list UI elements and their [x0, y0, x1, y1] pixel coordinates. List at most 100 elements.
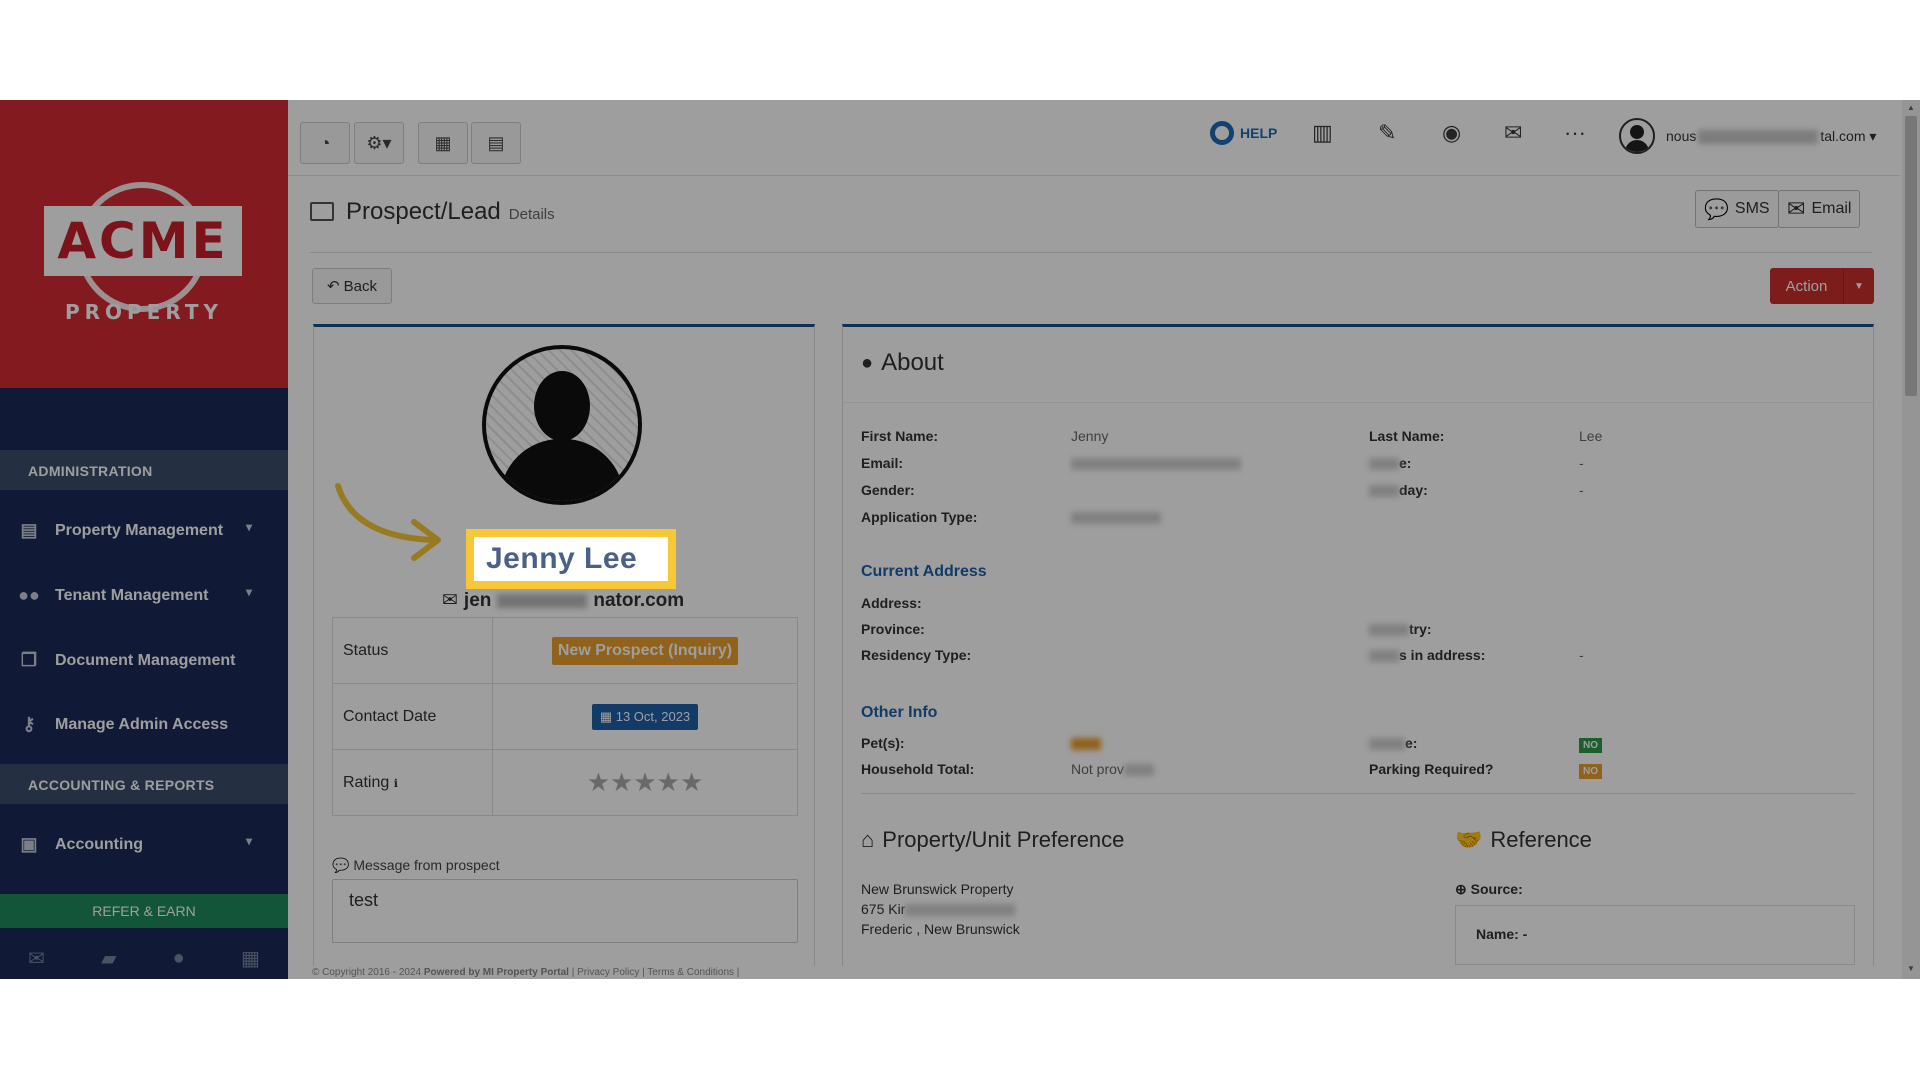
reference-name-box: Name: - [1455, 905, 1855, 965]
about-title-text: About [881, 349, 944, 376]
briefcase-icon[interactable]: ▰ [101, 946, 116, 971]
province-label: Province: [861, 621, 925, 637]
scroll-up-arrow-icon[interactable]: ▲ [1906, 103, 1916, 113]
help-button[interactable]: HELP [1210, 118, 1277, 148]
birthday-label-text: day: [1399, 482, 1428, 498]
sidebar-item-tenant-management[interactable]: ●● Tenant Management ▾ [0, 571, 288, 621]
other-info-heading: Other Info [861, 704, 938, 721]
mail-icon[interactable]: ✉ [28, 946, 45, 971]
users-icon: ●● [18, 585, 40, 605]
reference-name-label: Name: - [1476, 926, 1528, 942]
smoke-label-text: e: [1405, 735, 1418, 751]
status-label: Status [332, 617, 493, 684]
star-icon[interactable]: ★ [610, 767, 633, 797]
household-value-text: Not prov [1071, 761, 1124, 777]
highlighted-prospect-name: Jenny Lee [466, 529, 676, 589]
more-icon: ··· [1564, 120, 1586, 145]
gender-label: Gender: [861, 482, 915, 498]
message-label-row: 💬 Message from prospect [332, 857, 500, 874]
star-icon[interactable]: ★ [680, 767, 703, 797]
calculator-button[interactable]: ▤ [471, 122, 521, 164]
action-button[interactable]: Action ▼ [1770, 268, 1874, 304]
scroll-thumb[interactable] [1905, 116, 1917, 396]
email-start: jen [463, 589, 492, 611]
first-name-value: Jenny [1071, 428, 1109, 444]
pets-label: Pet(s): [861, 735, 905, 751]
dashboard-button[interactable]: ◔ [300, 122, 350, 164]
info-icon: ℹ [393, 777, 398, 790]
logo-text: ACME [57, 212, 229, 270]
settings-dropdown-button[interactable]: ⚙▾ [354, 122, 404, 164]
redacted-blur [1369, 485, 1399, 498]
caret-down-icon[interactable]: ▼ [1844, 268, 1874, 304]
powered-by-link[interactable]: Powered by MI Property Portal [424, 967, 569, 978]
sidebar-item-document-management[interactable]: ❐ Document Management [0, 636, 288, 686]
redacted-blur [1369, 624, 1409, 637]
parking-value: NO [1579, 761, 1602, 779]
footer: © Copyright 2016 - 2024 Powered by MI Pr… [288, 966, 1900, 979]
calendar-button[interactable]: ▦ [418, 122, 468, 164]
residency-type-label: Residency Type: [861, 647, 972, 663]
smoke-value: NO [1579, 735, 1602, 753]
handshake-icon: 🤝 [1455, 827, 1483, 852]
star-icon[interactable]: ★ [587, 767, 610, 797]
footer-links[interactable]: | Privacy Policy | Terms & Conditions | [572, 967, 740, 978]
address-label: Address: [861, 595, 922, 611]
sidebar-item-property-management[interactable]: ▤ Property Management ▾ [0, 506, 288, 556]
refer-and-earn-button[interactable]: REFER & EARN [0, 894, 288, 928]
contact-date-cell: ▦ 13 Oct, 2023 [492, 683, 798, 750]
view-button[interactable]: ◉ [1442, 118, 1461, 148]
reply-arrow-icon: ↶ [327, 278, 340, 295]
preference-line-2-text: 675 Kir [861, 901, 906, 917]
sidebar-item-accounting[interactable]: ▣ Accounting ▾ [0, 820, 288, 870]
sidebar: ACME PROPERTY ADMINISTRATION ▤ Property … [0, 100, 288, 979]
scroll-down-arrow-icon[interactable]: ▼ [1906, 964, 1916, 974]
prospect-profile-card: ✉ jen nator.com Status New Prospect (Inqu… [313, 324, 815, 974]
star-icon[interactable]: ★ [657, 767, 680, 797]
avatar-body [500, 439, 624, 501]
sms-button[interactable]: 💬 SMS [1695, 190, 1779, 228]
building-icon: ▤ [20, 520, 38, 540]
preference-line-3: Frederic , New Brunswick [861, 921, 1020, 937]
eye-icon: ◉ [1442, 120, 1462, 145]
email-button[interactable]: ✉ Email [1778, 190, 1861, 228]
sms-label: SMS [1734, 200, 1770, 217]
contact-date-value: 13 Oct, 2023 [615, 708, 691, 724]
birthday-label: day: [1369, 482, 1428, 498]
status-cell: New Prospect (Inquiry) [492, 617, 798, 684]
star-icon[interactable]: ★ [633, 767, 656, 797]
back-button[interactable]: ↶ Back [312, 268, 392, 304]
chevron-down-icon: ▾ [246, 834, 253, 848]
comment-icon: 💬 [332, 857, 350, 873]
app-window: ACME PROPERTY ADMINISTRATION ▤ Property … [0, 100, 1920, 979]
redacted-blur [1071, 458, 1241, 471]
user-avatar[interactable] [1619, 118, 1655, 154]
tools-button[interactable]: ✎ [1378, 118, 1396, 148]
user-icon[interactable]: ● [173, 947, 185, 970]
divider [861, 793, 1855, 794]
more-button[interactable]: ··· [1564, 118, 1586, 148]
reports-button[interactable]: ▥ [1312, 118, 1333, 148]
section-administration: ADMINISTRATION [0, 450, 288, 490]
table-row: Rating ℹ ★★★★★ [332, 749, 798, 816]
speech-bubble-icon: 💬 [1704, 198, 1729, 221]
scrollbar[interactable]: ▲ ▼ [1902, 100, 1920, 979]
user-email-end: tal.com [1820, 128, 1866, 144]
money-icon: ▣ [20, 834, 38, 854]
household-total-value: Not prov [1071, 761, 1154, 777]
rating-label: Rating [343, 773, 390, 791]
user-menu[interactable]: nous tal.com ▾ [1666, 128, 1876, 145]
message-textarea[interactable]: test [332, 879, 798, 943]
envelope-icon: ✉ [1504, 120, 1523, 145]
calculator-icon[interactable]: ▦ [241, 946, 260, 971]
application-type-label: Application Type: [861, 509, 978, 525]
years-in-address-label: s in address: [1369, 647, 1485, 663]
property-preference-title: ⌂ Property/Unit Preference [861, 827, 1124, 853]
rating-stars[interactable]: ★★★★★ [492, 749, 798, 816]
messages-button[interactable]: ✉ [1504, 118, 1522, 148]
back-label: Back [343, 277, 377, 295]
sidebar-item-manage-admin-access[interactable]: ⚷ Manage Admin Access [0, 700, 288, 750]
redacted-blur [1698, 130, 1819, 145]
logo-area[interactable]: ACME PROPERTY [0, 100, 288, 388]
redacted-blur [497, 593, 588, 608]
